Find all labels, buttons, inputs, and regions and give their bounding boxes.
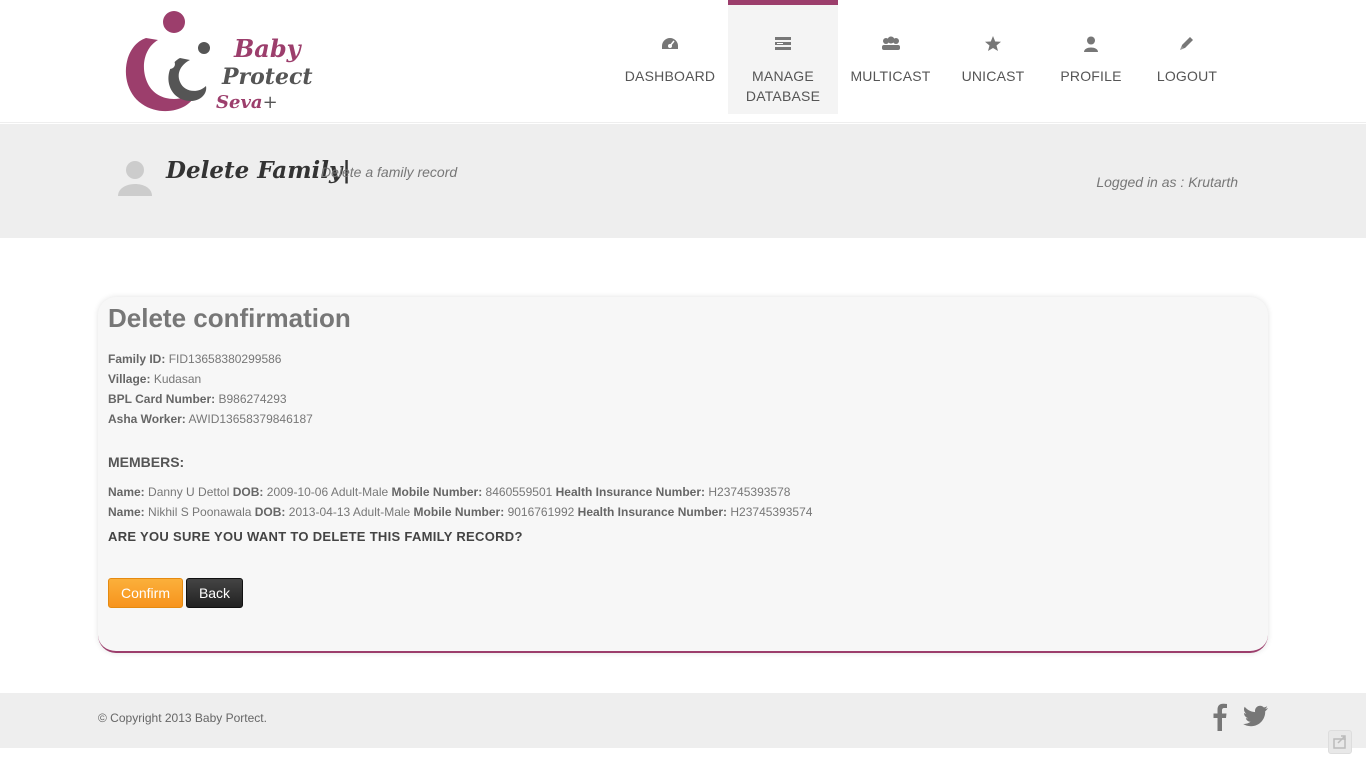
copyright-text: © Copyright 2013 Baby Portect. xyxy=(98,711,267,725)
database-icon xyxy=(728,36,838,58)
logo-text-baby: Baby xyxy=(234,34,301,63)
nav-multicast[interactable]: MULTICAST xyxy=(838,0,943,114)
panel-heading: Delete confirmation xyxy=(108,303,351,333)
nav-logout[interactable]: LOGOUT xyxy=(1139,0,1235,114)
nav-profile[interactable]: PROFILE xyxy=(1043,0,1139,114)
nav-unicast-label: UNICAST xyxy=(961,68,1025,84)
bpl-value: B986274293 xyxy=(218,392,287,406)
nav-dashboard[interactable]: DASHBOARD xyxy=(612,0,728,114)
nav-multicast-label: MULTICAST xyxy=(850,68,931,84)
nav-profile-label: PROFILE xyxy=(1060,68,1122,84)
star-icon xyxy=(943,36,1043,58)
nav-manage-database[interactable]: MANAGE DATABASE xyxy=(728,0,838,114)
member-row: Name: Nikhil S Poonawala DOB: 2013-04-13… xyxy=(108,505,813,519)
confirm-button[interactable]: Confirm xyxy=(108,578,183,608)
user-icon xyxy=(1043,36,1139,58)
logged-in-status: Logged in as : Krutarth xyxy=(1096,174,1238,190)
asha-worker-row: Asha Worker: AWID13658379846187 xyxy=(108,412,313,426)
family-details: Family ID: FID13658380299586 Village: Ku… xyxy=(108,349,313,429)
nav-dashboard-label: DASHBOARD xyxy=(624,68,716,84)
member-mobile: 8460559501 xyxy=(485,485,553,499)
member-mobile: 9016761992 xyxy=(507,505,575,519)
members-list: Name: Danny U Dettol DOB: 2009-10-06 Adu… xyxy=(108,482,812,522)
family-id-row: Family ID: FID13658380299586 xyxy=(108,352,282,366)
pencil-icon xyxy=(1139,36,1235,58)
twitter-icon[interactable] xyxy=(1243,705,1269,727)
facebook-icon[interactable] xyxy=(1212,703,1228,731)
member-type: Adult-Male xyxy=(352,505,411,519)
member-name: Nikhil S Poonawala xyxy=(148,505,252,519)
dashboard-icon xyxy=(612,36,728,58)
member-type: Adult-Male xyxy=(330,485,389,499)
members-heading: MEMBERS: xyxy=(108,454,185,470)
member-name: Danny U Dettol xyxy=(148,485,230,499)
member-insurance: H23745393574 xyxy=(730,505,813,519)
share-icon[interactable] xyxy=(1328,730,1352,754)
village-value: Kudasan xyxy=(153,372,202,386)
delete-question: ARE YOU SURE YOU WANT TO DELETE THIS FAM… xyxy=(108,529,523,544)
member-dob: 2013-04-13 xyxy=(288,505,351,519)
nav-manage-database-label: MANAGE DATABASE xyxy=(745,68,821,104)
village-row: Village: Kudasan xyxy=(108,372,202,386)
member-dob: 2009-10-06 xyxy=(266,485,329,499)
page-title-band: Delete Family| Delete a family record Lo… xyxy=(0,124,1366,238)
logo-plus: + xyxy=(262,92,278,113)
main-nav: DASHBOARD MANAGE DATABASE MULTICAST UNIC… xyxy=(612,0,1235,114)
family-id-value: FID13658380299586 xyxy=(168,352,282,366)
page-subtitle: Delete a family record xyxy=(321,164,458,180)
member-insurance: H23745393578 xyxy=(708,485,791,499)
bpl-row: BPL Card Number: B986274293 xyxy=(108,392,287,406)
site-footer: © Copyright 2013 Baby Portect. xyxy=(0,693,1366,748)
group-icon xyxy=(838,36,943,58)
member-row: Name: Danny U Dettol DOB: 2009-10-06 Adu… xyxy=(108,485,791,499)
asha-worker-value: AWID13658379846187 xyxy=(188,412,313,426)
back-button[interactable]: Back xyxy=(186,578,243,608)
nav-logout-label: LOGOUT xyxy=(1156,68,1218,84)
logo[interactable]: Baby Protect Seva+ xyxy=(118,8,318,116)
logo-text-seva: Seva+ xyxy=(216,92,278,113)
person-icon xyxy=(116,160,156,200)
logo-text-protect: Protect xyxy=(222,64,313,90)
nav-unicast[interactable]: UNICAST xyxy=(943,0,1043,114)
site-header: Baby Protect Seva+ DASHBOARD MANAGE DATA… xyxy=(0,0,1366,123)
delete-confirmation-panel: Delete confirmation Family ID: FID136583… xyxy=(98,297,1268,653)
